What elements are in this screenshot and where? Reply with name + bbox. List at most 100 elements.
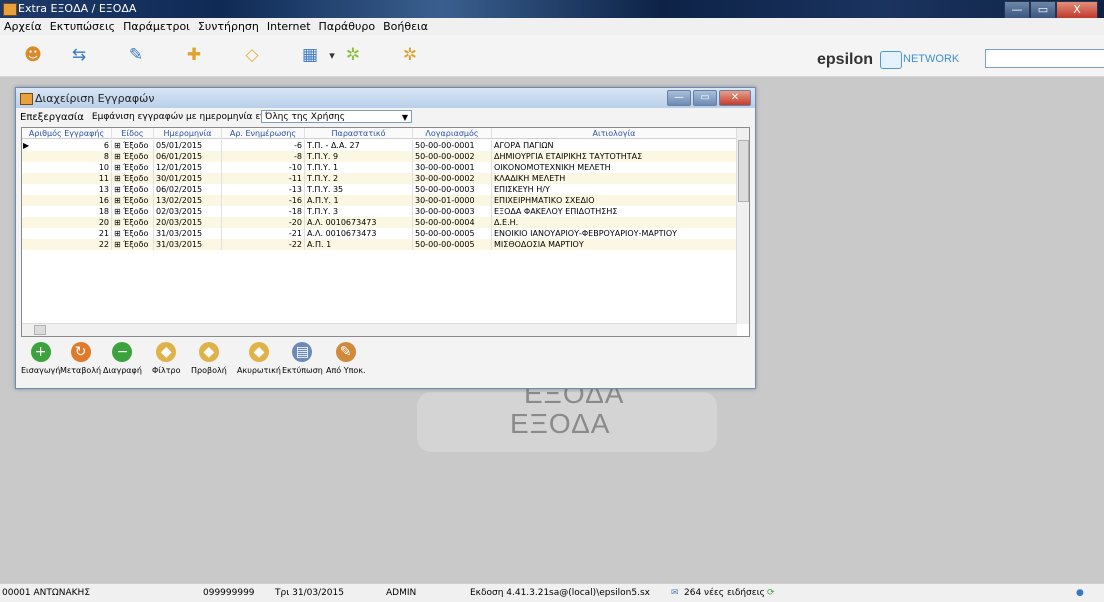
filter-button[interactable]: ◆ Φίλτρο bbox=[152, 342, 181, 384]
table-cell: 02/03/2015 bbox=[154, 206, 222, 217]
cancel-button[interactable]: ◆ Ακυρωτική bbox=[237, 342, 281, 384]
column-header[interactable]: Ημερομηνία bbox=[154, 128, 222, 139]
table-row[interactable]: 18 ⊞ Έξοδο 02/03/2015 -18 Τ.Π.Υ. 3 30-00-00-0… bbox=[22, 206, 737, 217]
menu-window[interactable]: Παράθυρο bbox=[315, 20, 380, 33]
table-cell: 22 bbox=[22, 239, 112, 250]
table-cell: 50-00-00-0001 bbox=[413, 140, 492, 151]
menu-prints[interactable]: Εκτυπώσεις bbox=[46, 20, 119, 33]
period-select[interactable]: Όλης της Χρήσης ▼ bbox=[261, 110, 412, 123]
dialog-menu-edit[interactable]: Επεξεργασία bbox=[16, 112, 88, 123]
print-button[interactable]: ▤ Εκτύπωση bbox=[282, 342, 323, 384]
dialog-minimize-button[interactable]: — bbox=[667, 90, 691, 106]
vertical-scrollbar[interactable] bbox=[736, 128, 749, 324]
horizontal-scroll-thumb[interactable] bbox=[34, 325, 46, 335]
column-header[interactable]: Αιτιολογία bbox=[492, 128, 737, 139]
table-cell: ΚΛΑΔΙΚΗ ΜΕΛΕΤΗ bbox=[492, 173, 737, 184]
table-cell: ⊞ Έξοδο bbox=[112, 184, 154, 195]
horizontal-scrollbar[interactable] bbox=[22, 323, 737, 336]
tools-icon[interactable]: ✚ bbox=[181, 44, 207, 66]
table-cell: 13 bbox=[22, 184, 112, 195]
table-row[interactable]: 11 ⊞ Έξοδο 30/01/2015 -11 Τ.Π.Υ. 2 30-00-00-0… bbox=[22, 173, 737, 184]
table-cell: 13/02/2015 bbox=[154, 195, 222, 206]
vertical-scroll-thumb[interactable] bbox=[738, 140, 749, 202]
table-row[interactable]: 13 ⊞ Έξοδο 06/02/2015 -13 Τ.Π.Υ. 35 50-00-00-… bbox=[22, 184, 737, 195]
menu-parameters[interactable]: Παράμετροι bbox=[119, 20, 194, 33]
column-header[interactable]: Αριθμός Εγγραφής bbox=[22, 128, 112, 139]
table-cell: 50-00-00-0004 bbox=[413, 217, 492, 228]
table-cell: ⊞ Έξοδο bbox=[112, 140, 154, 151]
records-grid: Αριθμός Εγγραφής Είδος Ημερομηνία Αρ. Ενημέ… bbox=[21, 127, 750, 337]
table-row[interactable]: 8 ⊞ Έξοδο 06/01/2015 -8 Τ.Π.Υ. 9 50-00-00-000… bbox=[22, 151, 737, 162]
table-cell: 10 bbox=[22, 162, 112, 173]
status-news[interactable]: 264 νέες ειδήσεις bbox=[684, 584, 765, 602]
close-button[interactable]: X bbox=[1056, 1, 1098, 19]
globe-icon[interactable]: ● bbox=[1076, 584, 1084, 602]
dialog-maximize-button[interactable]: ▭ bbox=[693, 90, 717, 106]
table-cell: Τ.Π.Υ. 9 bbox=[305, 151, 413, 162]
menu-internet[interactable]: Internet bbox=[263, 20, 315, 33]
column-header[interactable]: Λογαριασμός bbox=[413, 128, 492, 139]
top-search-input[interactable] bbox=[985, 49, 1104, 68]
menu-maintenance[interactable]: Συντήρηση bbox=[194, 20, 263, 33]
status-bar: 00001 ΑΝΤΩΝΑΚΗΣ 099999999 Τρι 31/03/2015… bbox=[0, 583, 1104, 602]
status-role: ADMIN bbox=[386, 588, 417, 598]
status-connection: sa@(local)\epsilon5.sx bbox=[549, 588, 650, 598]
table-cell: 50-00-00-0002 bbox=[413, 151, 492, 162]
folder-icon[interactable]: ◇ bbox=[239, 44, 265, 66]
column-header[interactable]: Παραστατικό bbox=[305, 128, 413, 139]
table-cell: ⊞ Έξοδο bbox=[112, 228, 154, 239]
tool-label: Ακυρωτική bbox=[237, 366, 281, 375]
menu-help[interactable]: Βοήθεια bbox=[379, 20, 432, 33]
table-row[interactable]: 21 ⊞ Έξοδο 31/03/2015 -21 Α.Λ. 0010673473 50-… bbox=[22, 228, 737, 239]
add-button[interactable]: + Εισαγωγή bbox=[21, 342, 60, 384]
minimize-button[interactable]: — bbox=[1004, 1, 1030, 19]
chevron-down-icon: ▼ bbox=[401, 113, 408, 122]
table-cell: -11 bbox=[222, 173, 305, 184]
table-cell: -8 bbox=[222, 151, 305, 162]
mail-icon: ✉ bbox=[671, 588, 679, 598]
tool-label: Προβολή bbox=[191, 366, 227, 375]
delete-button[interactable]: − Διαγραφή bbox=[103, 342, 142, 384]
table-cell: ΔΗΜΙΟΥΡΓΙΑ ΕΤΑΙΡΙΚΗΣ ΤΑΥΤΟΤΗΤΑΣ bbox=[492, 151, 737, 162]
table-cell: ⊞ Έξοδο bbox=[112, 239, 154, 250]
table-row[interactable]: 22 ⊞ Έξοδο 31/03/2015 -22 Α.Π. 1 50-00-00-000… bbox=[22, 239, 737, 250]
table-row[interactable]: 10 ⊞ Έξοδο 12/01/2015 -10 Τ.Π.Υ. 1 30-00-00-0… bbox=[22, 162, 737, 173]
add-icon: + bbox=[30, 342, 51, 362]
dialog-title: Διαχείριση Εγγραφών bbox=[35, 92, 155, 105]
maximize-button[interactable]: ▭ bbox=[1030, 1, 1056, 19]
branch-button[interactable]: ✎ Από Υποκ. bbox=[326, 342, 366, 384]
dialog-close-button[interactable]: ✕ bbox=[719, 90, 751, 106]
period-select-value: Όλης της Χρήσης bbox=[265, 112, 346, 122]
app-icon bbox=[3, 3, 17, 16]
table-row[interactable]: 6 ⊞ Έξοδο 05/01/2015 -6 Τ.Π. - Δ.Α. 27 50-00-… bbox=[22, 140, 737, 151]
edit-icon[interactable]: ✎ bbox=[123, 44, 149, 66]
modify-button[interactable]: ↻ Μεταβολή bbox=[60, 342, 101, 384]
status-code: 099999999 bbox=[203, 588, 255, 598]
column-header[interactable]: Είδος bbox=[112, 128, 154, 139]
table-cell: ⊞ Έξοδο bbox=[112, 173, 154, 184]
table-row[interactable]: 16 ⊞ Έξοδο 13/02/2015 -16 Α.Π.Υ. 1 30-00-01-0… bbox=[22, 195, 737, 206]
print-icon: ▤ bbox=[292, 342, 313, 362]
users-icon[interactable]: ☻ bbox=[20, 44, 46, 66]
table-cell: 50-00-00-0003 bbox=[413, 184, 492, 195]
table-cell: Α.Π. 1 bbox=[305, 239, 413, 250]
view-button[interactable]: ◆ Προβολή bbox=[191, 342, 227, 384]
gear-icon[interactable]: ✲ bbox=[397, 44, 423, 66]
column-header[interactable]: Αρ. Ενημέρωσης bbox=[222, 128, 305, 139]
refresh-icon[interactable]: ⟳ bbox=[767, 584, 775, 602]
table-cell: -13 bbox=[222, 184, 305, 195]
gears-icon[interactable]: ✲ bbox=[340, 44, 366, 66]
modify-icon: ↻ bbox=[70, 342, 91, 362]
share-icon[interactable]: ⇆ bbox=[66, 44, 92, 66]
table-cell: Τ.Π.Υ. 3 bbox=[305, 206, 413, 217]
table-cell: -6 bbox=[222, 140, 305, 151]
app-title: Extra ΕΞΟΔΑ / ΕΞΟΔΑ bbox=[18, 2, 137, 15]
dialog-menu-show[interactable]: Εμφάνιση εγγραφών με ημερομηνία εντός bbox=[88, 112, 286, 122]
app-title-bar: Extra ΕΞΟΔΑ / ΕΞΟΔΑ — ▭ X bbox=[0, 0, 1104, 19]
table-row[interactable]: 20 ⊞ Έξοδο 20/03/2015 -20 Α.Λ. 0010673473 50-… bbox=[22, 217, 737, 228]
menu-files[interactable]: Αρχεία bbox=[0, 20, 46, 33]
table-cell: 50-00-00-0005 bbox=[413, 228, 492, 239]
table-cell: 21 bbox=[22, 228, 112, 239]
table-cell: 31/03/2015 bbox=[154, 239, 222, 250]
table-cell: ΕΠΙΧΕΙΡΗΜΑΤΙΚΟ ΣΧΕΔΙΟ bbox=[492, 195, 737, 206]
